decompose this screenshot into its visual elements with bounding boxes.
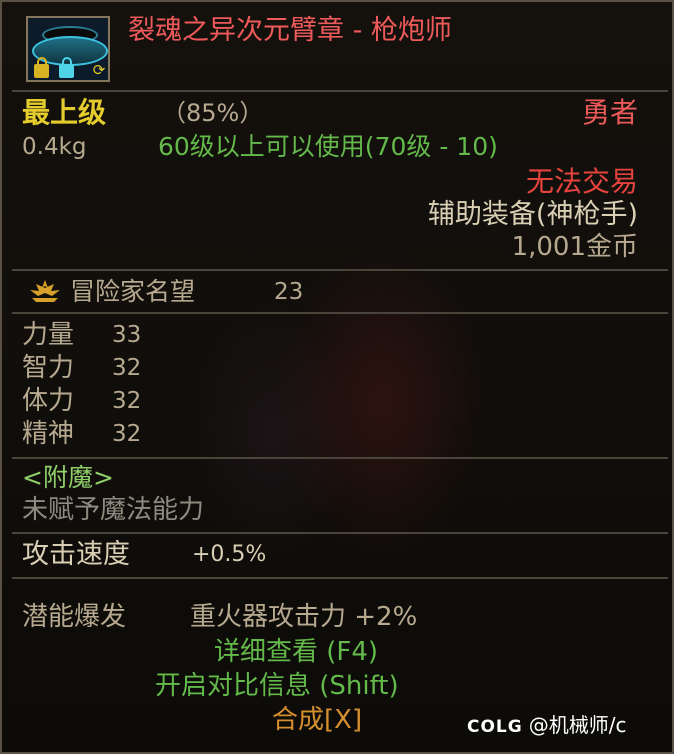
fame-value: 23	[274, 279, 304, 305]
level-requirement: 60级以上可以使用(70级 - 10)	[158, 132, 498, 161]
swap-icon: ⟳	[92, 61, 106, 79]
grade-label: 勇者	[581, 96, 638, 129]
enchant-status: 未赋予魔法能力	[22, 495, 205, 525]
stat-value-vitality: 32	[112, 388, 142, 414]
stat-label-strength: 力量	[22, 320, 75, 350]
synthesize-action[interactable]: 合成[X]	[272, 707, 362, 733]
attack-speed-label: 攻击速度	[22, 539, 130, 570]
fame-label: 冒险家名望	[70, 277, 196, 306]
stat-value-intelligence: 32	[112, 355, 142, 381]
stat-label-spirit: 精神	[22, 419, 75, 449]
divider	[12, 532, 668, 534]
rarity-label: 最上级	[22, 96, 107, 129]
weight-value: 0.4kg	[22, 134, 87, 160]
item-icon: ⟳	[26, 16, 110, 82]
stat-value-spirit: 32	[112, 421, 142, 447]
divider	[12, 90, 668, 92]
lock-icon	[59, 57, 74, 78]
compare-info-action[interactable]: 开启对比信息 (Shift)	[155, 673, 399, 699]
divider	[12, 269, 668, 271]
potential-effect: 重火器攻击力 +2%	[190, 602, 418, 632]
potential-label: 潜能爆发	[22, 602, 127, 632]
quality-percent: （85%）	[162, 99, 264, 127]
stat-label-intelligence: 智力	[22, 353, 75, 383]
enchant-header: <附魔>	[22, 463, 114, 492]
divider	[12, 577, 668, 579]
attack-speed-value: +0.5%	[192, 542, 267, 567]
divider	[12, 312, 668, 314]
fame-emblem-icon	[30, 280, 60, 302]
item-type: 辅助装备(神枪手)	[427, 199, 638, 230]
item-name: 裂魂之异次元臂章 - 枪炮师	[128, 15, 452, 46]
item-tooltip: ⟳ 裂魂之异次元臂章 - 枪炮师 最上级 （85%） 勇者 0.4kg 60级以…	[0, 0, 674, 754]
watermark: COLG @机械师/c	[467, 709, 626, 738]
sell-price: 1,001金币	[511, 232, 638, 262]
stat-label-vitality: 体力	[22, 386, 75, 416]
divider	[12, 457, 668, 459]
detail-view-action[interactable]: 详细查看 (F4)	[214, 639, 378, 665]
lock-icon	[34, 57, 49, 78]
watermark-handle: @机械师/c	[528, 713, 627, 737]
trade-status: 无法交易	[525, 165, 638, 198]
colg-logo: COLG	[467, 717, 523, 737]
stat-value-strength: 33	[112, 322, 142, 348]
